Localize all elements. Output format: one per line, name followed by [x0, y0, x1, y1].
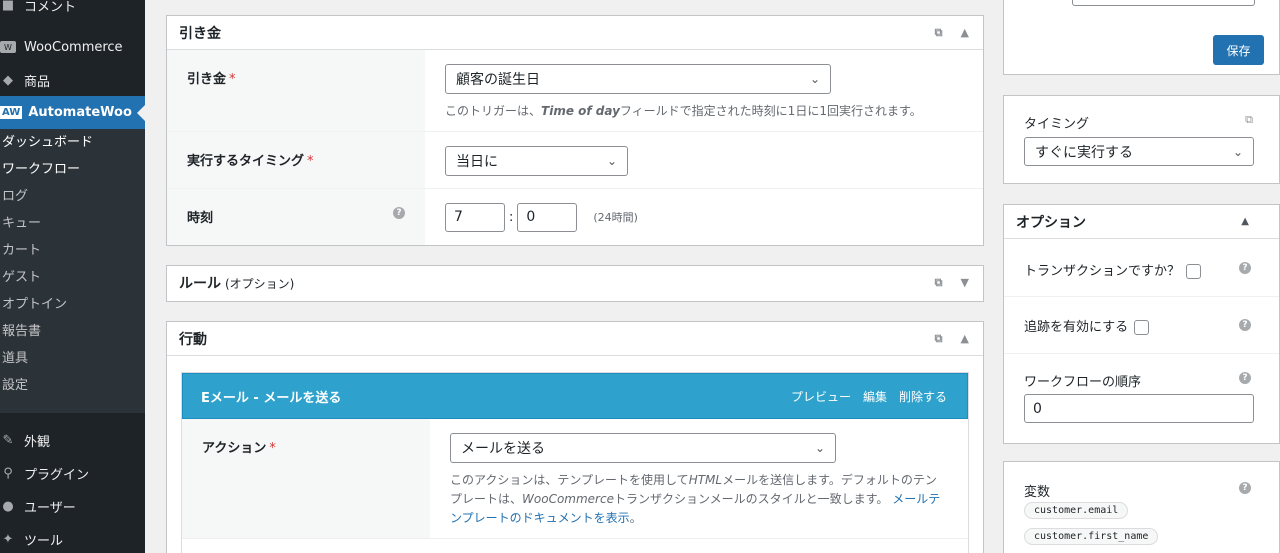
time-row: 時刻 ? 7 : 0 (24時間)	[167, 189, 983, 245]
actions-box: 行動 ⧉ ▲ Eメール - メールを送る プレビュー 編集 削除する アクション…	[166, 321, 984, 553]
action-select[interactable]: メールを送る ⌄	[450, 433, 836, 463]
submenu-reports[interactable]: 報告書	[0, 318, 145, 345]
tracking-row: 追跡を有効にする ?	[1004, 297, 1279, 354]
brush-icon: ✎	[2, 432, 14, 448]
help-icon[interactable]: ?	[1239, 319, 1251, 331]
publish-box: 保存	[1003, 0, 1280, 75]
variable-chip[interactable]: customer.email	[1024, 502, 1129, 519]
workflow-order-input[interactable]: 0	[1024, 394, 1254, 423]
external-link-icon[interactable]: ⧉	[935, 332, 943, 346]
submenu-workflows[interactable]: ワークフロー	[0, 156, 145, 183]
collapse-up-icon[interactable]: ▲	[1241, 216, 1249, 227]
woocommerce-icon: W	[0, 41, 16, 53]
wrench-icon: ✦	[2, 531, 14, 547]
submenu-tools[interactable]: 道具	[0, 345, 145, 372]
email-action-header[interactable]: Eメール - メールを送る プレビュー 編集 削除する	[182, 373, 968, 419]
timing-box-select[interactable]: すぐに実行する ⌄	[1024, 137, 1254, 166]
status-field[interactable]	[1072, 0, 1255, 6]
delete-link[interactable]: 削除する	[899, 388, 947, 405]
collapse-up-icon[interactable]: ▲	[961, 26, 969, 40]
actions-box-header: 行動 ⧉ ▲	[167, 322, 983, 356]
time-label: 時刻 ?	[167, 189, 425, 245]
collapse-up-icon[interactable]: ▲	[961, 332, 969, 346]
rules-box-header[interactable]: ルール (オプション) ⧉ ▼	[167, 266, 983, 300]
trigger-select[interactable]: 顧客の誕生日 ⌄	[445, 64, 831, 94]
submenu-logs[interactable]: ログ	[0, 183, 145, 210]
automatewoo-submenu: ダッシュボード ワークフロー ログ キュー カート ゲスト オプトイン 報告書 …	[0, 129, 145, 413]
submenu-queue[interactable]: キュー	[0, 210, 145, 237]
sidebar-item-tools[interactable]: ✦ ツール	[0, 524, 145, 553]
submenu-settings[interactable]: 設定	[0, 372, 145, 399]
plugin-icon: ⚲	[3, 465, 13, 481]
help-icon[interactable]: ?	[1239, 262, 1251, 274]
time-format-note: (24時間)	[593, 211, 638, 224]
variables-box: 変数 ? customer.email customer.first_name	[1003, 461, 1280, 553]
action-description: このアクションは、テンプレートを使用してHTMLメールを送信します。デフォルトの…	[450, 473, 941, 525]
minute-input[interactable]: 0	[517, 202, 578, 232]
help-icon[interactable]: ?	[1239, 482, 1251, 494]
automatewoo-icon: AW	[0, 106, 23, 119]
trigger-box-header: 引き金 ⧉ ▲	[167, 16, 983, 50]
sidebar-item-automatewoo[interactable]: AW AutomateWoo	[0, 96, 145, 129]
admin-sidebar: ■ コメント W WooCommerce ◆ 商品 AW AutomateWoo…	[0, 0, 145, 553]
trigger-description: このトリガーは、Time of dayフィールドで指定された時刻に1日に1回実行…	[445, 104, 922, 118]
timing-box: タイミング ⧉ すぐに実行する ⌄	[1003, 95, 1280, 184]
order-row: ワークフローの順序 ? 0	[1004, 355, 1279, 443]
submenu-guests[interactable]: ゲスト	[0, 264, 145, 291]
trigger-row: 引き金 * 顧客の誕生日 ⌄ このトリガーは、Time of dayフィールドで指…	[167, 50, 983, 132]
transactional-row: トランザクションですか？ ?	[1004, 240, 1279, 297]
options-box: オプション ▲ トランザクションですか？ ? 追跡を有効にする ? ワークフロー…	[1003, 204, 1280, 444]
hour-input[interactable]: 7	[445, 202, 505, 232]
sidebar-item-appearance[interactable]: ✎ 外観	[0, 425, 145, 455]
sidebar-item-users[interactable]: ● ユーザー	[0, 491, 145, 521]
variable-chip[interactable]: customer.first_name	[1024, 528, 1159, 545]
timing-box-label: タイミング	[1024, 117, 1090, 132]
expand-down-icon[interactable]: ▼	[961, 276, 969, 290]
submenu-optins[interactable]: オプトイン	[0, 291, 145, 318]
chevron-down-icon: ⌄	[809, 72, 820, 86]
rules-box: ルール (オプション) ⧉ ▼	[166, 265, 984, 302]
submenu-dashboard[interactable]: ダッシュボード	[0, 129, 145, 156]
email-action-panel: Eメール - メールを送る プレビュー 編集 削除する アクション * メールを送…	[181, 372, 969, 553]
sidebar-item-products[interactable]: ◆ 商品	[0, 65, 145, 95]
timing-row: 実行するタイミング * 当日に ⌄	[167, 132, 983, 189]
edit-link[interactable]: 編集	[863, 388, 887, 405]
external-link-icon[interactable]: ⧉	[935, 26, 943, 40]
chevron-down-icon: ⌄	[814, 441, 825, 455]
help-icon[interactable]: ?	[1239, 372, 1251, 384]
tracking-checkbox[interactable]	[1134, 320, 1150, 335]
timing-label: 実行するタイミング *	[167, 132, 425, 188]
chevron-down-icon: ⌄	[1232, 144, 1243, 159]
comment-icon: ■	[1, 0, 15, 13]
external-link-icon[interactable]: ⧉	[1245, 113, 1253, 127]
options-box-header: オプション ▲	[1004, 205, 1279, 239]
trigger-label: 引き金 *	[167, 50, 425, 131]
sidebar-item-comments[interactable]: ■ コメント	[0, 0, 145, 20]
sidebar-item-plugins[interactable]: ⚲ プラグイン	[0, 458, 145, 488]
box-icon: ◆	[3, 72, 13, 88]
chevron-down-icon: ⌄	[606, 154, 617, 168]
user-icon: ●	[2, 498, 14, 514]
trigger-box: 引き金 ⧉ ▲ 引き金 * 顧客の誕生日 ⌄ このトリガーは、Time of da…	[166, 15, 984, 246]
external-link-icon[interactable]: ⧉	[935, 276, 943, 290]
preview-link[interactable]: プレビュー	[791, 388, 851, 405]
sidebar-item-woocommerce[interactable]: W WooCommerce	[0, 32, 145, 62]
submenu-carts[interactable]: カート	[0, 237, 145, 264]
variables-label: 変数	[1024, 485, 1051, 500]
help-icon[interactable]: ?	[393, 207, 405, 219]
action-row: アクション * メールを送る ⌄ このアクションは、テンプレートを使用してHTML…	[182, 419, 968, 539]
transactional-checkbox[interactable]	[1186, 264, 1202, 279]
save-button[interactable]: 保存	[1213, 35, 1264, 65]
action-label: アクション *	[182, 419, 430, 538]
timing-select[interactable]: 当日に ⌄	[445, 146, 628, 176]
